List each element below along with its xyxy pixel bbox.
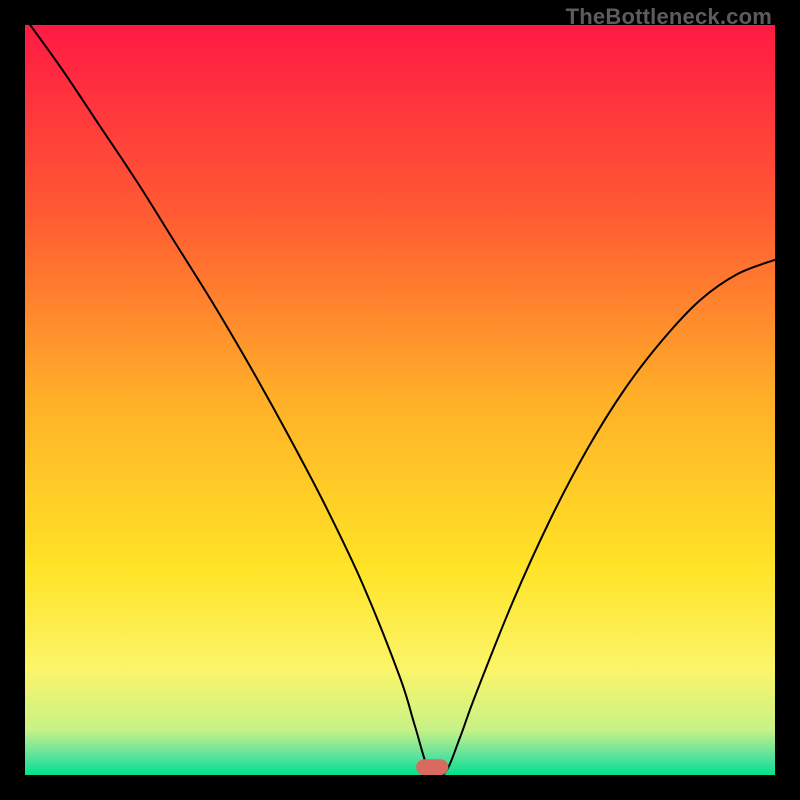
optimum-marker [416,759,448,775]
bottleneck-chart [25,25,775,775]
watermark-text: TheBottleneck.com [566,4,772,30]
chart-frame [25,25,775,775]
chart-background [25,25,775,775]
